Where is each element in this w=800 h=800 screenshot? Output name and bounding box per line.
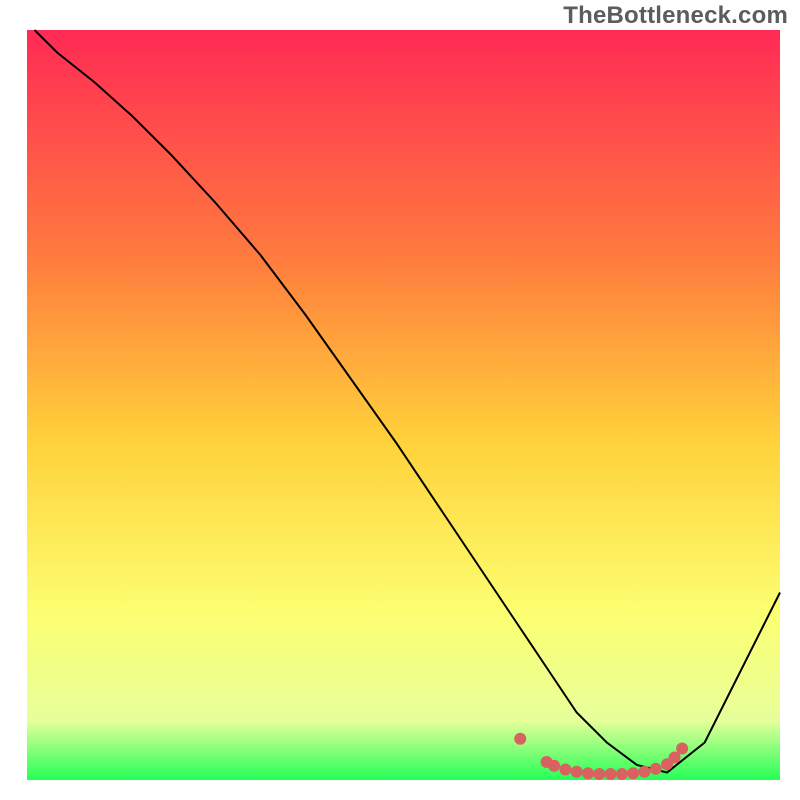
marker-dot bbox=[605, 768, 617, 780]
marker-dot bbox=[638, 766, 650, 778]
watermark-text: TheBottleneck.com bbox=[563, 2, 788, 30]
marker-dot bbox=[548, 760, 560, 772]
marker-dot bbox=[650, 763, 662, 775]
marker-dot bbox=[582, 767, 594, 779]
marker-dot bbox=[676, 743, 688, 755]
marker-dot bbox=[514, 733, 526, 745]
marker-dot bbox=[559, 764, 571, 776]
marker-dot bbox=[627, 767, 639, 779]
bottleneck-chart bbox=[0, 0, 800, 800]
marker-dot bbox=[571, 766, 583, 778]
gradient-plot-area bbox=[27, 30, 780, 780]
marker-dot bbox=[593, 768, 605, 780]
marker-dot bbox=[616, 768, 628, 780]
